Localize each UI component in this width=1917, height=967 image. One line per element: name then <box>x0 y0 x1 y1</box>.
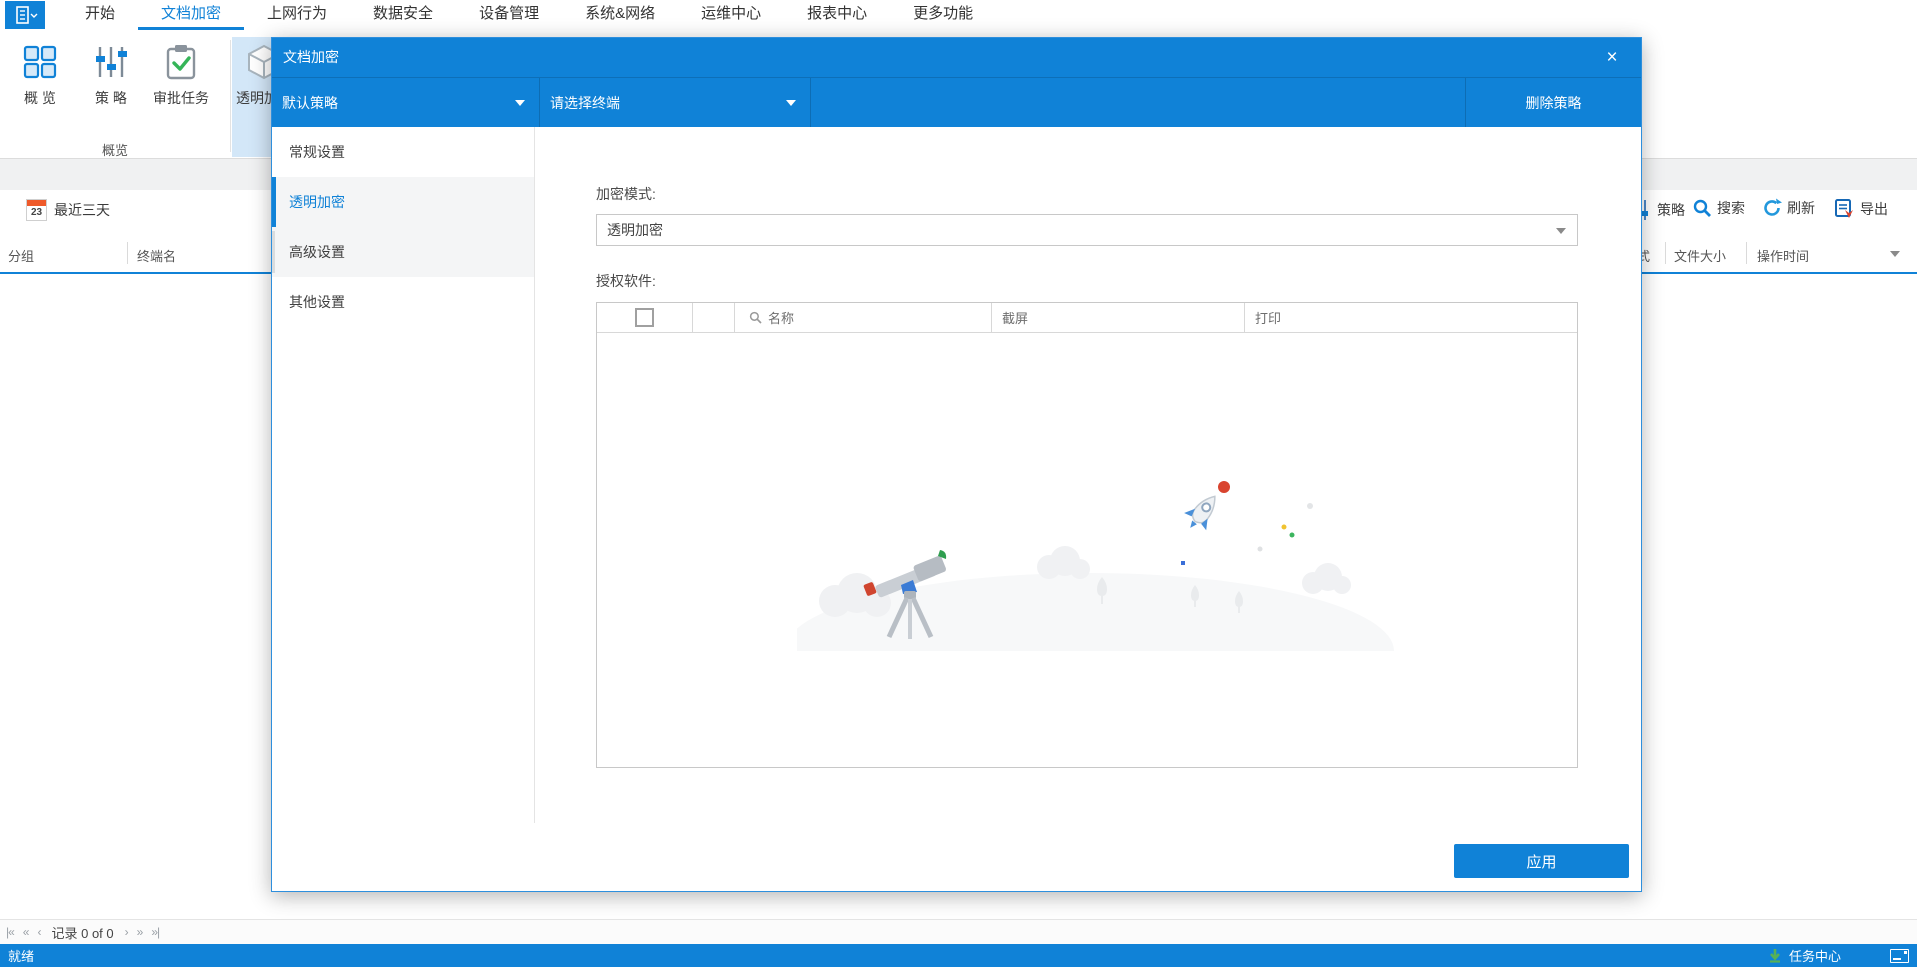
column-header-optime[interactable]: 操作时间 <box>1757 246 1809 265</box>
main-menu: 开始 文档加密 上网行为 数据安全 设备管理 系统&网络 运维中心 报表中心 更… <box>62 0 996 30</box>
tool-label: 刷新 <box>1787 200 1815 216</box>
chevron-down-icon <box>1556 228 1566 234</box>
nav-item-advanced-settings[interactable]: 高级设置 <box>272 227 534 277</box>
encryption-mode-value: 透明加密 <box>607 222 663 238</box>
dialog-toolbar: 默认策略 请选择终端 删除策略 <box>272 77 1641 128</box>
policy-selector-dropdown[interactable]: 默认策略 <box>272 78 540 128</box>
task-center-link[interactable]: 任务中心 <box>1789 946 1841 965</box>
menu-item-start[interactable]: 开始 <box>62 0 138 30</box>
menu-item-device-mgmt[interactable]: 设备管理 <box>456 0 562 30</box>
menu-item-more-functions[interactable]: 更多功能 <box>890 0 996 30</box>
ribbon-item-approval-tasks[interactable]: 审批任务 <box>143 40 219 108</box>
chevron-down-icon <box>515 100 525 106</box>
dialog-body: 常规设置 透明加密 高级设置 其他设置 加密模式: 透明加密 授权软件: 名称 … <box>272 127 1641 891</box>
empty-state-illustration <box>797 481 1394 651</box>
status-bar: 就绪 任务中心 <box>0 944 1917 967</box>
ribbon-item-label: 审批任务 <box>153 90 209 106</box>
recent-three-days-filter[interactable]: 23 最近三天 <box>26 199 110 221</box>
app-list-icon <box>16 6 38 24</box>
column-divider <box>1746 242 1747 264</box>
menu-item-data-security[interactable]: 数据安全 <box>350 0 456 30</box>
tool-refresh[interactable]: 刷新 <box>1762 198 1815 218</box>
menu-item-system-network[interactable]: 系统&网络 <box>562 0 678 30</box>
column-header-terminal[interactable]: 终端名 <box>137 246 176 265</box>
tool-label: 搜索 <box>1717 200 1745 216</box>
tool-search[interactable]: 搜索 <box>1692 198 1745 218</box>
dialog-title: 文档加密 <box>283 49 339 65</box>
nav-item-general-settings[interactable]: 常规设置 <box>272 127 534 177</box>
grid-overview-icon <box>23 45 57 79</box>
ribbon-item-label: 策 略 <box>95 90 127 106</box>
apply-button[interactable]: 应用 <box>1454 844 1629 878</box>
authorized-software-label: 授权软件: <box>596 273 656 289</box>
export-file-icon <box>1835 199 1853 218</box>
pagination-next-button[interactable]: › <box>125 925 129 939</box>
doc-encryption-dialog: 文档加密 × 默认策略 请选择终端 删除策略 常规设置 透明加密 高级设置 其他… <box>271 37 1642 892</box>
chevron-down-icon <box>786 100 796 106</box>
pagination-bar: |« « ‹ 记录 0 of 0 › » »| <box>0 919 1917 944</box>
close-icon[interactable]: × <box>1599 38 1625 77</box>
encryption-mode-label: 加密模式: <box>596 186 656 202</box>
pagination-prev-button[interactable]: ‹ <box>37 925 41 939</box>
ribbon-group-label: 概览 <box>101 143 128 158</box>
column-divider <box>127 242 128 264</box>
search-icon <box>1693 199 1711 217</box>
dialog-sidebar-nav: 常规设置 透明加密 高级设置 其他设置 <box>272 127 535 823</box>
authorized-software-table: 名称 截屏 打印 <box>596 302 1578 768</box>
menu-bar: 开始 文档加密 上网行为 数据安全 设备管理 系统&网络 运维中心 报表中心 更… <box>0 0 1917 31</box>
refresh-icon <box>1764 198 1782 216</box>
ribbon-item-label: 概 览 <box>24 90 56 106</box>
column-header-group[interactable]: 分组 <box>8 246 34 265</box>
column-header-filesize[interactable]: 文件大小 <box>1674 246 1726 265</box>
software-table-header: 名称 截屏 打印 <box>597 303 1577 333</box>
policy-selector-value: 默认策略 <box>282 95 338 111</box>
select-all-checkbox[interactable] <box>635 308 654 327</box>
nav-item-transparent-encryption[interactable]: 透明加密 <box>272 177 534 227</box>
dialog-title-bar: 文档加密 × <box>272 38 1641 77</box>
pagination-last-button[interactable]: »| <box>151 925 160 939</box>
ribbon-item-overview[interactable]: 概 览 <box>2 40 78 108</box>
column-header-name[interactable]: 名称 <box>735 303 992 332</box>
status-ready-text: 就绪 <box>8 949 35 964</box>
pagination-next-group-button[interactable]: » <box>137 925 144 939</box>
sliders-icon <box>96 47 127 77</box>
ribbon-group-divider <box>230 40 231 152</box>
chevron-down-icon[interactable] <box>1890 251 1900 257</box>
ribbon-item-policy[interactable]: 策 略 <box>73 40 149 108</box>
download-arrow-icon <box>1769 949 1780 963</box>
tool-export[interactable]: 导出 <box>1834 198 1888 219</box>
search-icon <box>749 311 762 324</box>
delete-policy-button[interactable]: 删除策略 <box>1465 78 1641 128</box>
pagination-first-button[interactable]: |« <box>6 925 15 939</box>
terminal-selector-value: 请选择终端 <box>550 95 620 111</box>
window-icon[interactable] <box>1890 948 1909 963</box>
recent-filter-label: 最近三天 <box>54 202 110 218</box>
software-table-body-empty <box>597 333 1577 768</box>
tool-label: 导出 <box>1860 200 1888 217</box>
terminal-selector-dropdown[interactable]: 请选择终端 <box>540 78 811 128</box>
select-all-column <box>597 303 693 332</box>
tool-label: 策略 <box>1657 202 1685 218</box>
column-header-name-label: 名称 <box>768 311 795 326</box>
record-count-text: 记录 0 of 0 <box>51 925 114 941</box>
encryption-mode-select[interactable]: 透明加密 <box>596 214 1578 246</box>
icon-column <box>693 303 735 332</box>
nav-item-other-settings[interactable]: 其他设置 <box>272 277 534 327</box>
column-divider <box>1665 242 1666 264</box>
column-header-print[interactable]: 打印 <box>1245 303 1577 332</box>
app-menu-button[interactable] <box>5 1 45 29</box>
column-header-screenshot[interactable]: 截屏 <box>992 303 1245 332</box>
clipboard-check-icon <box>166 45 196 80</box>
calendar-icon: 23 <box>26 199 47 221</box>
menu-item-web-behavior[interactable]: 上网行为 <box>244 0 350 30</box>
pagination-prev-group-button[interactable]: « <box>23 925 30 939</box>
menu-item-ops-center[interactable]: 运维中心 <box>678 0 784 30</box>
menu-item-doc-encryption[interactable]: 文档加密 <box>138 0 245 30</box>
menu-item-report-center[interactable]: 报表中心 <box>784 0 890 30</box>
